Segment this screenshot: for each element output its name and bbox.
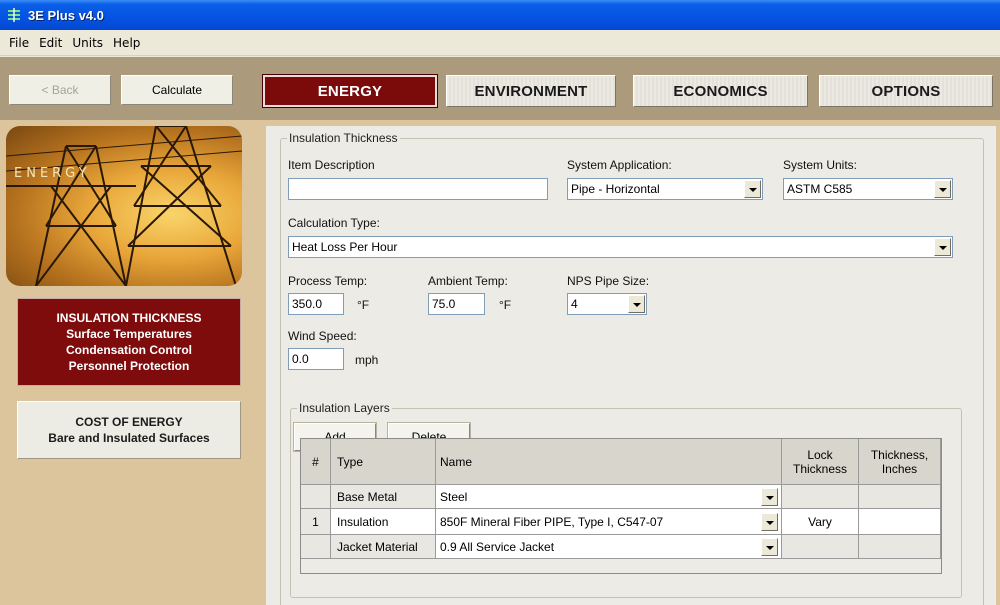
nps-pipe-size-select[interactable]: 4 [567, 293, 647, 315]
process-temp-label: Process Temp: [288, 274, 368, 288]
panel-line: Surface Temperatures [66, 327, 192, 341]
system-application-select[interactable]: Pipe - Horizontal [567, 178, 763, 200]
panel-line: Bare and Insulated Surfaces [48, 431, 210, 445]
dropdown-arrow-icon[interactable] [761, 512, 778, 531]
table-cell-type: Insulation [331, 509, 436, 535]
system-units-label: System Units: [783, 158, 858, 172]
back-button[interactable]: < Back [9, 75, 111, 105]
table-cell-thickness[interactable] [859, 509, 941, 535]
item-description-label: Item Description [288, 158, 375, 172]
group-title: Insulation Layers [297, 401, 392, 415]
main-content: Insulation Thickness Item Description Sy… [258, 120, 1000, 605]
dropdown-arrow-icon[interactable] [744, 180, 761, 198]
table-cell-name[interactable]: 0.9 All Service Jacket [436, 535, 782, 559]
group-title: Insulation Thickness [287, 131, 400, 145]
left-sidebar: < Back Calculate ENERGY INSULATION THICK… [0, 57, 258, 605]
dropdown-arrow-icon[interactable] [628, 295, 645, 313]
table-cell-lock[interactable]: Vary [782, 509, 859, 535]
name-value: 850F Mineral Fiber PIPE, Type I, C547-07 [440, 514, 664, 529]
name-value: Steel [440, 489, 468, 504]
system-application-value: Pipe - Horizontal [571, 182, 660, 196]
energy-banner-image: ENERGY [6, 126, 242, 286]
table-cell-name[interactable]: Steel [436, 485, 782, 509]
item-description-input[interactable] [288, 178, 548, 200]
column-header: Thickness, Inches [859, 439, 941, 485]
column-header: Type [331, 439, 436, 485]
table-cell-name[interactable]: 850F Mineral Fiber PIPE, Type I, C547-07 [436, 509, 782, 535]
table-row-number [301, 535, 331, 559]
tab-strip: ENERGY ENVIRONMENT ECONOMICS OPTIONS [258, 57, 1000, 120]
menu-edit[interactable]: Edit [34, 36, 67, 50]
cost-of-energy-panel[interactable]: COST OF ENERGY Bare and Insulated Surfac… [17, 401, 241, 459]
nps-pipe-size-value: 4 [571, 297, 578, 311]
table-cell-thickness[interactable] [859, 485, 941, 509]
menu-units[interactable]: Units [67, 36, 108, 50]
wind-speed-input[interactable]: 0.0 [288, 348, 344, 370]
tab-environment[interactable]: ENVIRONMENT [446, 75, 616, 107]
insulation-layers-table: # Type Name Lock Thickness Thickness, In… [300, 438, 942, 574]
system-application-label: System Application: [567, 158, 672, 172]
wind-speed-label: Wind Speed: [288, 329, 357, 343]
wind-speed-unit: mph [355, 353, 379, 367]
insulation-thickness-panel[interactable]: INSULATION THICKNESS Surface Temperature… [17, 298, 241, 386]
column-header: Name [436, 439, 782, 485]
name-value: 0.9 All Service Jacket [440, 539, 555, 554]
calculation-type-label: Calculation Type: [288, 216, 380, 230]
energy-image-text: ENERGY [14, 166, 91, 181]
nps-pipe-size-label: NPS Pipe Size: [567, 274, 650, 288]
menu-bar: File Edit Units Help [0, 30, 1000, 56]
table-cell-type: Base Metal [331, 485, 436, 509]
table-row-number: 1 [301, 509, 331, 535]
panel-line: Personnel Protection [68, 359, 190, 373]
menu-file[interactable]: File [4, 36, 34, 50]
panel-line: Condensation Control [66, 343, 192, 357]
ambient-temp-unit: °F [499, 298, 512, 312]
menu-help[interactable]: Help [108, 36, 145, 50]
app-icon [6, 7, 22, 23]
ambient-temp-label: Ambient Temp: [428, 274, 508, 288]
calculation-type-select[interactable]: Heat Loss Per Hour [288, 236, 953, 258]
dropdown-arrow-icon[interactable] [934, 180, 951, 198]
column-header: # [301, 439, 331, 485]
process-temp-input[interactable]: 350.0 [288, 293, 344, 315]
table-cell-lock[interactable] [782, 485, 859, 509]
left-toolbar: < Back Calculate [0, 57, 258, 120]
dropdown-arrow-icon[interactable] [761, 537, 778, 556]
ambient-temp-input[interactable]: 75.0 [428, 293, 485, 315]
tab-energy[interactable]: ENERGY [262, 74, 438, 108]
main-panel: Insulation Thickness Item Description Sy… [266, 126, 996, 605]
system-units-select[interactable]: ASTM C585 [783, 178, 953, 200]
table-row-number [301, 485, 331, 509]
calculation-type-value: Heat Loss Per Hour [292, 240, 398, 254]
system-units-value: ASTM C585 [787, 182, 853, 196]
column-header: Lock Thickness [782, 439, 859, 485]
window-title: 3E Plus v4.0 [28, 7, 104, 23]
table-cell-type: Jacket Material [331, 535, 436, 559]
tab-options[interactable]: OPTIONS [819, 75, 993, 107]
table-cell-thickness[interactable] [859, 535, 941, 559]
calculate-button[interactable]: Calculate [121, 75, 233, 105]
dropdown-arrow-icon[interactable] [761, 487, 778, 506]
panel-line: COST OF ENERGY [75, 415, 183, 429]
dropdown-arrow-icon[interactable] [934, 238, 951, 256]
process-temp-unit: °F [357, 298, 370, 312]
panel-line: INSULATION THICKNESS [56, 311, 202, 325]
table-cell-lock[interactable] [782, 535, 859, 559]
tab-economics[interactable]: ECONOMICS [633, 75, 808, 107]
title-bar: 3E Plus v4.0 [0, 0, 1000, 30]
